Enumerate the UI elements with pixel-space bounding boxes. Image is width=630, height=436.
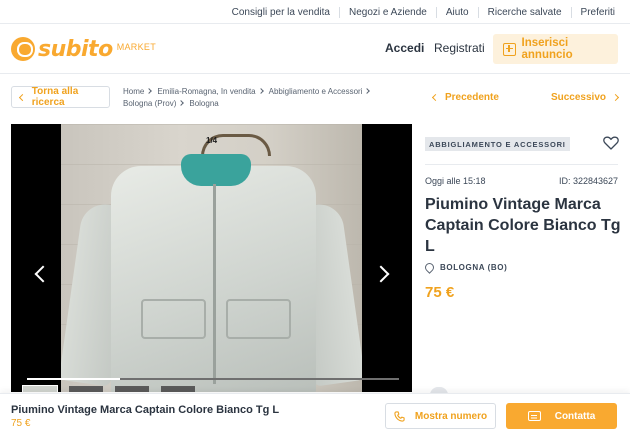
gallery-next-icon[interactable] (372, 265, 390, 283)
listing-date: Oggi alle 15:18 (425, 176, 486, 186)
photo-jacket-pocket (226, 299, 291, 339)
breadcrumb-separator-icon (146, 88, 153, 94)
thumbnail-4[interactable] (161, 386, 195, 392)
sticky-action-bar: Piumino Vintage Marca Captain Colore Bia… (0, 393, 630, 436)
logo[interactable]: subito MARKET (11, 36, 156, 62)
thumbnail-1[interactable] (22, 385, 58, 392)
breadcrumb-item-region[interactable]: Emilia-Romagna, In vendita (157, 87, 255, 96)
link-consigli[interactable]: Consigli per la vendita (223, 7, 339, 18)
breadcrumb-item-province[interactable]: Bologna (Prov) (123, 99, 176, 108)
plus-icon (503, 42, 516, 56)
location-label: BOLOGNA (BO) (440, 263, 508, 272)
heart-icon[interactable] (603, 136, 619, 150)
image-gallery[interactable]: 1/4 (11, 124, 412, 392)
utility-bar: Consigli per la vendita Negozi e Aziende… (0, 0, 630, 24)
sticky-price: 75 € (11, 418, 31, 429)
link-ricerche-salvate[interactable]: Ricerche salvate (477, 6, 571, 18)
logo-icon (11, 37, 35, 61)
post-ad-button[interactable]: Inserisci annuncio (493, 34, 618, 64)
listing-photo[interactable] (61, 124, 362, 392)
gallery-progress-fill (27, 378, 120, 380)
login-link[interactable]: Accedi (385, 41, 424, 55)
register-link[interactable]: Registrati (434, 41, 485, 55)
listing-location: BOLOGNA (BO) (423, 261, 508, 274)
contact-button[interactable]: Contatta (506, 403, 617, 429)
next-listing-button[interactable]: Successivo (550, 92, 620, 103)
breadcrumb-separator-icon (178, 100, 185, 106)
thumbnail-2[interactable] (69, 386, 103, 392)
link-aiuto[interactable]: Aiuto (435, 6, 478, 18)
main-header: subito MARKET Accedi Registrati Inserisc… (0, 24, 630, 74)
details-divider (425, 164, 618, 165)
location-pin-icon (423, 261, 436, 274)
breadcrumb-item-city[interactable]: Bologna (189, 99, 218, 108)
chevron-right-icon (611, 93, 620, 102)
category-badge: ABBIGLIAMENTO E ACCESSORI (425, 137, 570, 151)
back-label: Torna alla ricerca (31, 86, 79, 108)
back-to-search-button[interactable]: Torna alla ricerca (11, 86, 110, 108)
link-preferiti[interactable]: Preferiti (570, 6, 624, 18)
show-number-label: Mostra numero (414, 410, 488, 422)
utility-links: Consigli per la vendita Negozi e Aziende… (223, 0, 624, 24)
breadcrumb-item-home[interactable]: Home (123, 87, 144, 96)
breadcrumb-item-category[interactable]: Abbigliamento e Accessori (269, 87, 363, 96)
listing-id: ID: 322843627 (558, 176, 618, 186)
photo-jacket-zip (213, 184, 216, 384)
link-negozi[interactable]: Negozi e Aziende (338, 6, 436, 18)
contact-label: Contatta (554, 410, 596, 422)
phone-icon (394, 410, 405, 422)
breadcrumb-separator-icon (257, 88, 264, 94)
photo-jacket-collar (181, 154, 251, 186)
chevron-left-icon (431, 93, 440, 102)
previous-label: Precedente (445, 92, 499, 103)
logo-word: subito (38, 36, 113, 62)
logo-market: MARKET (116, 42, 156, 52)
previous-listing-button[interactable]: Precedente (431, 92, 499, 103)
next-label: Successivo (550, 92, 606, 103)
thumbnail-strip (22, 385, 207, 392)
listing-price: 75 € (425, 284, 455, 301)
breadcrumb-separator-icon (364, 88, 371, 94)
thumbnail-3[interactable] (115, 386, 149, 392)
show-number-button[interactable]: Mostra numero (385, 403, 496, 429)
image-counter: 1/4 (206, 136, 218, 145)
listing-title: Piumino Vintage Marca Captain Colore Bia… (425, 196, 621, 255)
post-ad-label: Inserisci annuncio (521, 37, 573, 61)
gallery-progress-bar (27, 378, 399, 380)
gallery-prev-icon[interactable] (34, 265, 52, 283)
breadcrumb: Home Emilia-Romagna, In vendita Abbigliame… (123, 86, 378, 110)
sticky-title: Piumino Vintage Marca Captain Colore Bia… (11, 404, 280, 416)
photo-jacket-pocket (141, 299, 206, 339)
chat-icon (527, 411, 541, 421)
chevron-left-icon (18, 93, 26, 101)
